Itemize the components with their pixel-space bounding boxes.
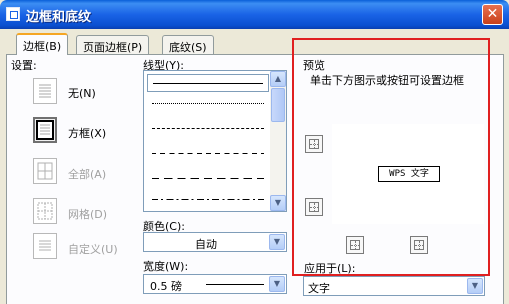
apply-to-value: 文字 [308, 282, 330, 295]
line-style-item[interactable] [147, 95, 269, 113]
chevron-down-icon[interactable]: ▼ [269, 276, 285, 292]
tab-page-borders[interactable]: 页面边框(P) [76, 35, 150, 55]
line-style-item[interactable] [147, 120, 269, 138]
apply-to-label: 应用于(L): [304, 262, 356, 275]
all-borders-icon [37, 162, 53, 180]
top-border-button[interactable] [305, 135, 323, 153]
setting-all-label: 全部(A) [68, 168, 107, 181]
custom-border-icon [39, 240, 51, 251]
line-style-item[interactable] [147, 74, 269, 92]
chevron-down-icon[interactable]: ▼ [467, 278, 483, 294]
scroll-up-icon[interactable]: ▲ [270, 71, 286, 87]
none-border-icon [39, 84, 51, 98]
setting-grid-label: 网格(D) [68, 208, 108, 221]
right-border-icon [414, 240, 424, 250]
width-select[interactable]: 0.5 磅 ▼ [143, 274, 287, 294]
window-title: 边框和底纹 [26, 10, 92, 25]
grid-borders-icon [37, 202, 53, 220]
app-icon [6, 7, 20, 21]
width-label: 宽度(W): [143, 260, 189, 273]
color-select[interactable]: 自动 ▼ [143, 232, 287, 252]
width-value: 0.5 磅 [150, 280, 182, 293]
title-bar: 边框和底纹 ✕ [0, 0, 509, 29]
bottom-border-icon [309, 202, 319, 212]
width-line-sample [206, 284, 264, 285]
left-border-icon [350, 240, 360, 250]
top-border-icon [309, 139, 319, 149]
line-style-item[interactable] [147, 170, 269, 188]
scroll-thumb[interactable] [271, 88, 285, 122]
line-style-item[interactable] [147, 145, 269, 163]
line-style-list[interactable]: ▲ ▼ [143, 70, 287, 212]
right-border-button[interactable] [410, 236, 428, 254]
color-value: 自动 [195, 238, 217, 251]
line-style-scrollbar[interactable]: ▲ ▼ [270, 71, 286, 211]
close-button[interactable]: ✕ [482, 4, 503, 25]
setting-none-button[interactable] [33, 78, 57, 104]
preview-heading: 预览 [303, 59, 325, 72]
tab-borders[interactable]: 边框(B) [16, 33, 69, 55]
preview-hint: 单击下方图示或按钮可设置边框 [310, 74, 464, 87]
line-style-item[interactable] [147, 191, 269, 209]
scroll-down-icon[interactable]: ▼ [270, 195, 286, 211]
setting-none-label: 无(N) [68, 87, 96, 100]
tab-shading[interactable]: 底纹(S) [162, 35, 214, 55]
setting-grid-button[interactable] [33, 198, 57, 224]
setting-all-button[interactable] [33, 158, 57, 184]
setting-custom-label: 自定义(U) [68, 243, 118, 256]
setting-box-label: 方框(X) [68, 127, 107, 140]
settings-heading: 设置: [11, 59, 37, 72]
bottom-border-button[interactable] [305, 198, 323, 216]
apply-to-select[interactable]: 文字 ▼ [303, 276, 485, 296]
setting-box-button[interactable] [33, 117, 57, 143]
preview-sample-text: WPS 文字 [378, 166, 440, 182]
chevron-down-icon[interactable]: ▼ [269, 234, 285, 250]
setting-custom-button[interactable] [33, 233, 57, 259]
left-border-button[interactable] [346, 236, 364, 254]
box-border-icon [36, 120, 54, 140]
